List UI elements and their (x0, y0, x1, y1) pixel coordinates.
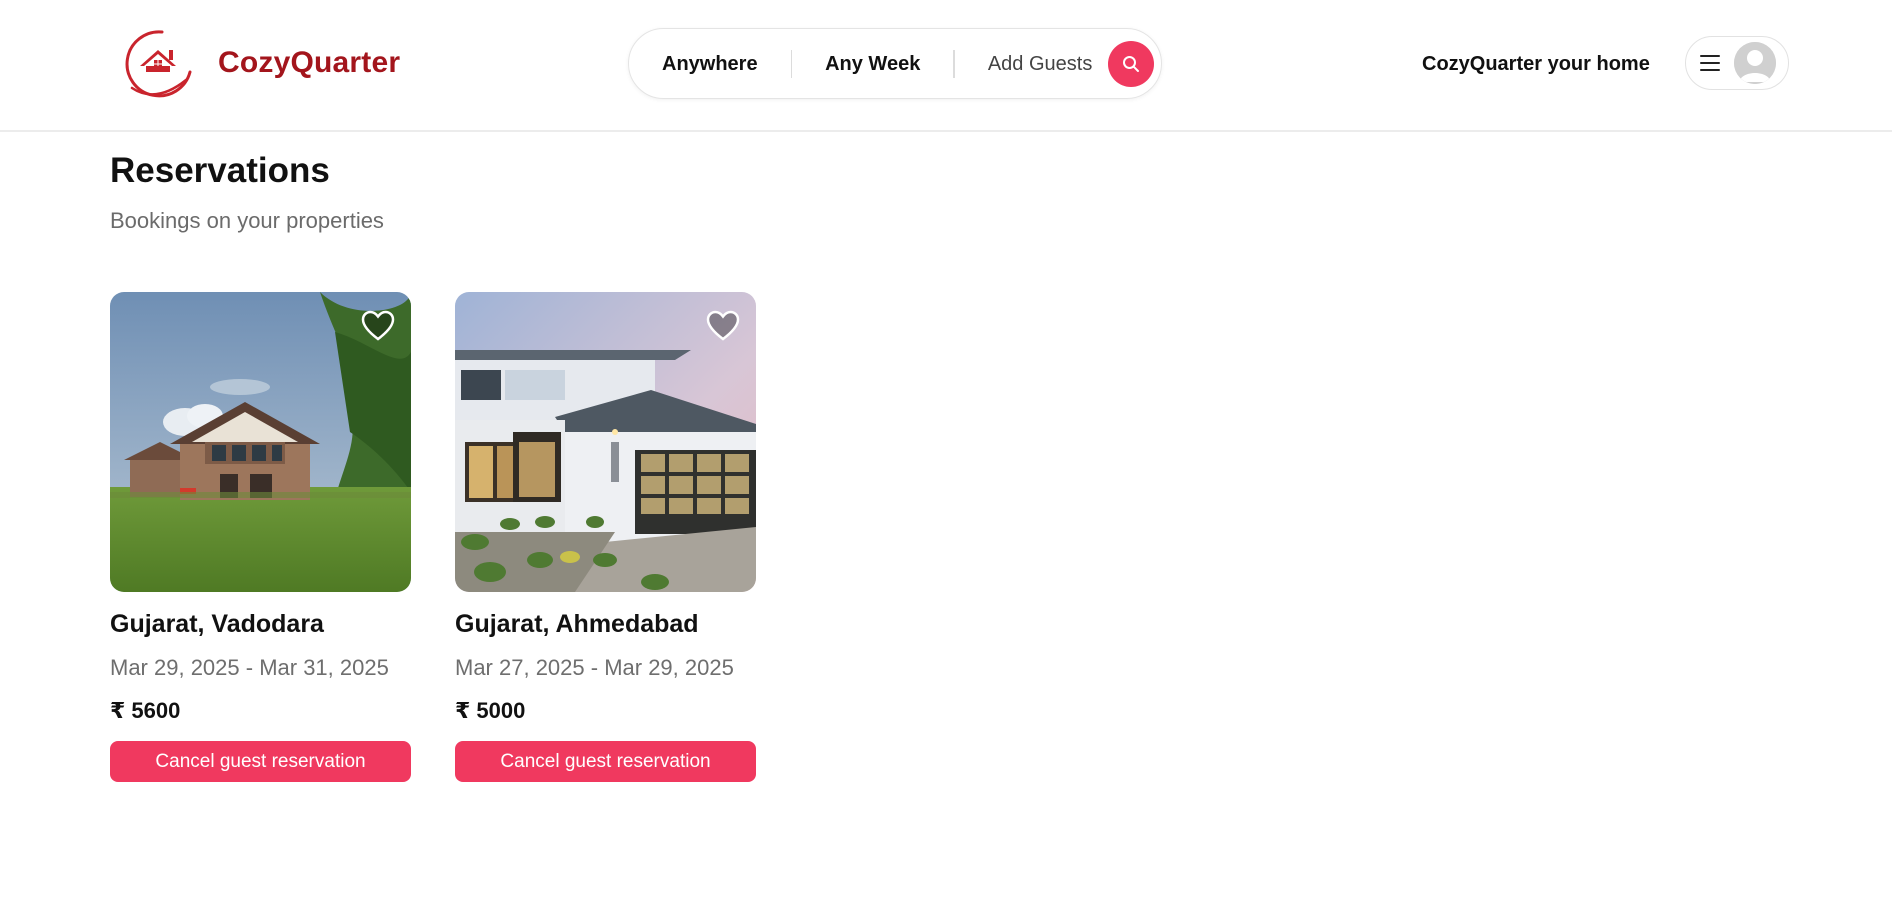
search-bar[interactable]: Anywhere Any Week Add Guests (628, 28, 1162, 99)
reservation-card[interactable]: Gujarat, Vadodara Mar 29, 2025 - Mar 31,… (110, 292, 411, 782)
guests-filter[interactable]: Add Guests (955, 51, 1109, 77)
hamburger-icon (1700, 55, 1720, 71)
listing-photo[interactable] (455, 292, 756, 592)
listing-location: Gujarat, Ahmedabad (455, 610, 699, 638)
heart-icon[interactable] (706, 310, 740, 342)
host-link[interactable]: CozyQuarter your home (1422, 51, 1650, 77)
search-icon (1123, 55, 1140, 72)
listing-photo[interactable] (110, 292, 411, 592)
search-button[interactable] (1108, 40, 1155, 87)
cancel-reservation-button[interactable]: Cancel guest reservation (455, 741, 756, 782)
brand-name: CozyQuarter (218, 46, 401, 79)
reservation-dates: Mar 27, 2025 - Mar 29, 2025 (455, 655, 734, 680)
navbar: CozyQuarter Anywhere Any Week Add Guests… (0, 0, 1892, 132)
house-logo-icon (125, 30, 192, 98)
page-title: Reservations (110, 151, 330, 190)
user-avatar-icon (1734, 42, 1776, 84)
week-filter[interactable]: Any Week (792, 51, 953, 77)
heart-icon[interactable] (361, 310, 395, 342)
location-filter[interactable]: Anywhere (629, 51, 791, 77)
reservation-price: ₹ 5000 (455, 698, 526, 723)
reservation-card[interactable]: Gujarat, Ahmedabad Mar 27, 2025 - Mar 29… (455, 292, 756, 782)
user-menu-button[interactable] (1685, 36, 1789, 90)
page-subtitle: Bookings on your properties (110, 208, 384, 233)
listing-location: Gujarat, Vadodara (110, 610, 324, 638)
reservation-dates: Mar 29, 2025 - Mar 31, 2025 (110, 655, 389, 680)
cancel-reservation-button[interactable]: Cancel guest reservation (110, 741, 411, 782)
brand[interactable]: CozyQuarter (120, 26, 400, 100)
reservation-price: ₹ 5600 (110, 698, 181, 723)
